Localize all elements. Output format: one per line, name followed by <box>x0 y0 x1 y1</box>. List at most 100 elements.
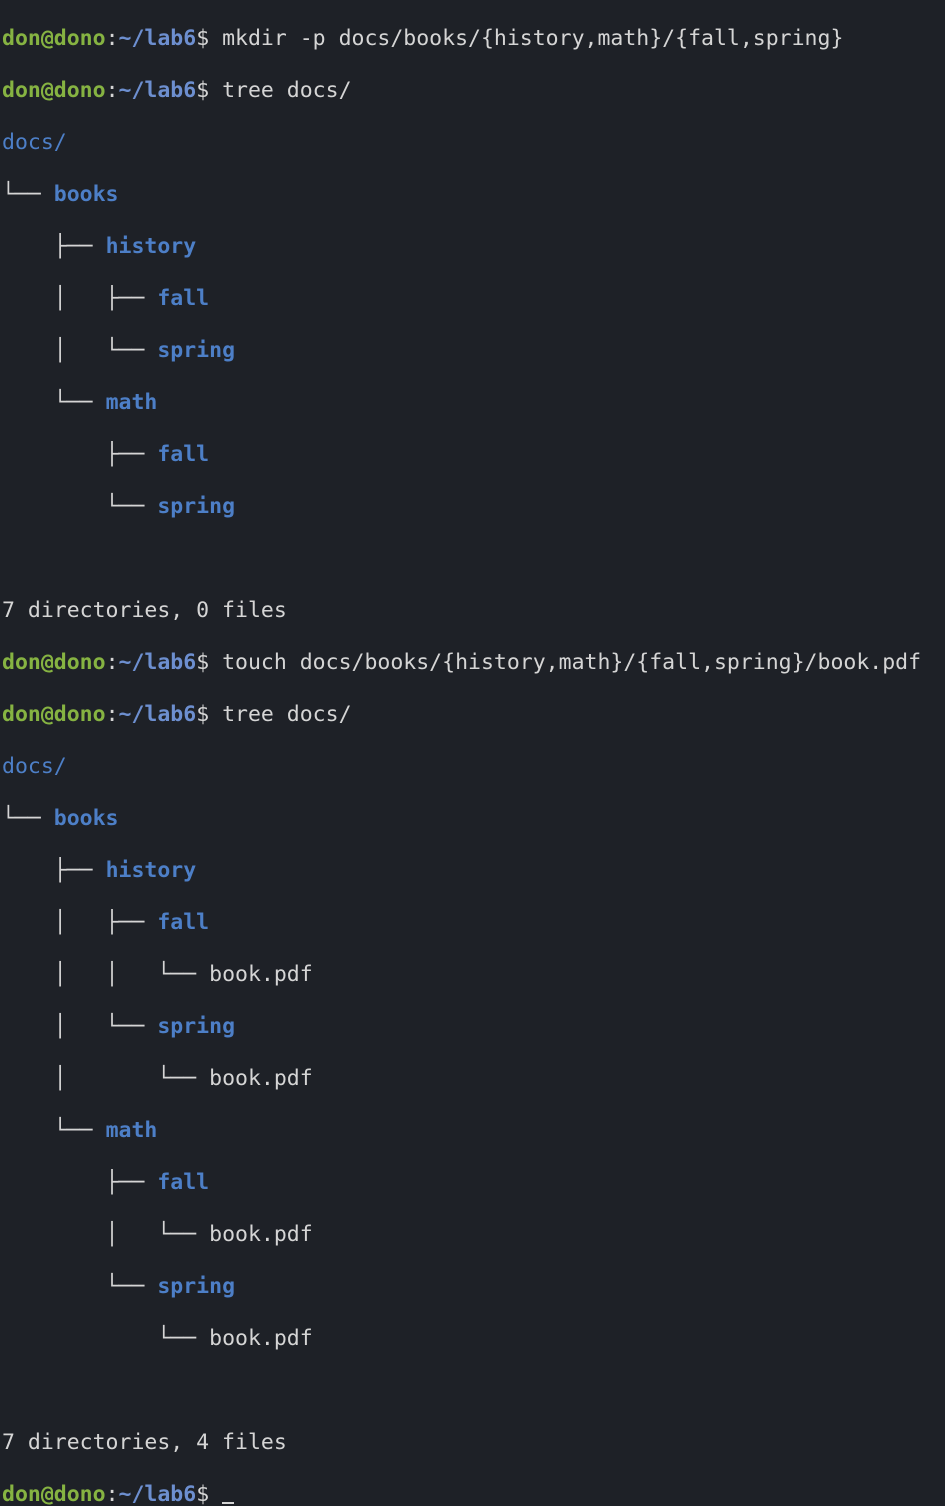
prompt-symbol: $ <box>196 650 223 675</box>
prompt-user: don@dono <box>2 702 106 727</box>
text-cursor[interactable] <box>222 1502 235 1504</box>
prompt-separator: : <box>105 650 119 675</box>
command-text: touch docs/books/{history,math}/{fall,sp… <box>222 650 922 675</box>
prompt-user: don@dono <box>2 1482 106 1506</box>
tree-pipe: │ <box>53 910 106 935</box>
tree-summary: 7 directories, 4 files <box>2 1430 943 1456</box>
tree-branch: ├── <box>53 858 106 883</box>
prompt-line: don@dono:~/lab6$ touch docs/books/{histo… <box>2 650 943 676</box>
tree-branch: └── <box>157 1222 210 1247</box>
tree-summary: 7 directories, 0 files <box>2 598 943 624</box>
tree-file: book.pdf <box>209 1326 313 1351</box>
tree-dir-fall: fall <box>157 442 210 467</box>
tree-line: └── books <box>2 806 943 832</box>
tree-branch: ├── <box>105 1170 158 1195</box>
prompt-symbol: $ <box>196 26 223 51</box>
tree-dir-spring: spring <box>157 338 236 363</box>
prompt-symbol: $ <box>196 1482 223 1506</box>
tree-branch: ├── <box>105 442 158 467</box>
prompt-user: don@dono <box>2 78 106 103</box>
tree-line: └── books <box>2 182 943 208</box>
tree-pipe: │ <box>53 286 106 311</box>
tree-pipe: │ <box>53 962 106 987</box>
tree-line: │ ├── fall <box>2 910 943 936</box>
tree-file: book.pdf <box>209 1066 313 1091</box>
prompt-separator: : <box>105 1482 119 1506</box>
tree-dir-math: math <box>105 1118 158 1143</box>
prompt-symbol: $ <box>196 78 223 103</box>
prompt-path: ~/lab6 <box>118 78 197 103</box>
tree-line: ├── fall <box>2 1170 943 1196</box>
tree-dir-books: books <box>53 182 119 207</box>
tree-line: docs/ <box>2 754 943 780</box>
command-text: tree docs/ <box>222 78 352 103</box>
tree-root-dir: docs/ <box>2 130 67 155</box>
tree-pipe: │ <box>105 1222 158 1247</box>
prompt-symbol: $ <box>196 702 223 727</box>
tree-branch: └── <box>2 182 54 207</box>
tree-pipe: │ <box>105 962 158 987</box>
tree-line: │ └── spring <box>2 1014 943 1040</box>
tree-dir-fall: fall <box>157 910 210 935</box>
tree-branch: ├── <box>105 286 158 311</box>
tree-branch: └── <box>105 1014 158 1039</box>
prompt-path: ~/lab6 <box>118 702 197 727</box>
prompt-separator: : <box>105 702 119 727</box>
prompt-separator: : <box>105 26 119 51</box>
tree-dir-history: history <box>105 234 197 259</box>
tree-branch: ├── <box>105 910 158 935</box>
tree-branch: └── <box>53 390 106 415</box>
prompt-line: don@dono:~/lab6$ tree docs/ <box>2 78 943 104</box>
tree-file: book.pdf <box>209 1222 313 1247</box>
tree-dir-history: history <box>105 858 197 883</box>
tree-branch: └── <box>105 338 158 363</box>
terminal-window[interactable]: don@dono:~/lab6$ mkdir -p docs/books/{hi… <box>0 0 945 1506</box>
tree-line: └── spring <box>2 1274 943 1300</box>
prompt-line: don@dono:~/lab6$ mkdir -p docs/books/{hi… <box>2 26 943 52</box>
tree-line: │ └── book.pdf <box>2 1066 943 1092</box>
summary-text: 7 directories, 4 files <box>2 1430 287 1455</box>
tree-pipe: │ <box>53 1066 106 1091</box>
tree-dir-fall: fall <box>157 286 210 311</box>
prompt-user: don@dono <box>2 26 106 51</box>
tree-dir-spring: spring <box>157 1014 236 1039</box>
tree-dir-math: math <box>105 390 158 415</box>
tree-branch: ├── <box>53 234 106 259</box>
tree-line: └── book.pdf <box>2 1326 943 1352</box>
tree-line: │ ├── fall <box>2 286 943 312</box>
tree-branch: └── <box>2 806 54 831</box>
tree-pipe: │ <box>53 338 106 363</box>
tree-pipe: │ <box>53 1014 106 1039</box>
tree-line: │ └── spring <box>2 338 943 364</box>
tree-branch: └── <box>157 1326 210 1351</box>
prompt-path: ~/lab6 <box>118 650 197 675</box>
tree-dir-books: books <box>53 806 119 831</box>
command-text: mkdir -p docs/books/{history,math}/{fall… <box>222 26 844 51</box>
tree-line: └── math <box>2 390 943 416</box>
prompt-separator: : <box>105 78 119 103</box>
tree-branch: └── <box>157 1066 210 1091</box>
tree-dir-spring: spring <box>157 1274 236 1299</box>
prompt-user: don@dono <box>2 650 106 675</box>
tree-dir-spring: spring <box>157 494 236 519</box>
tree-line: docs/ <box>2 130 943 156</box>
